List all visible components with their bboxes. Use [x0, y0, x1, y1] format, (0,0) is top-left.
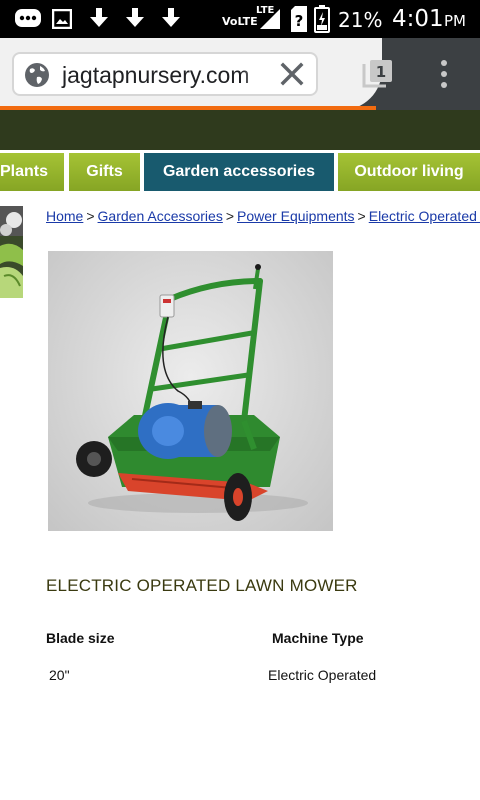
download-icon	[160, 7, 182, 34]
tab-switcher-icon[interactable]: 1	[362, 58, 392, 88]
breadcrumb-separator: >	[86, 208, 95, 224]
site-header-band	[0, 110, 480, 150]
svg-text:?: ?	[295, 12, 304, 30]
spec-value-machine-type: Electric Operated	[268, 667, 377, 683]
sidebar-thumbnail[interactable]	[0, 206, 23, 298]
tab-count: 1	[376, 63, 386, 81]
sim-unknown-icon: ?	[290, 6, 308, 37]
spec-header-machine-type: Machine Type	[272, 630, 364, 646]
url-bar[interactable]: jagtapnursery.com	[12, 52, 318, 96]
url-text[interactable]: jagtapnursery.com	[62, 62, 250, 89]
spec-header-blade-size: Blade size	[46, 630, 115, 646]
clock-time: 4:01	[392, 6, 444, 32]
menu-icon[interactable]	[436, 58, 452, 90]
volte-label: VoLTE	[222, 15, 258, 28]
battery-icon	[314, 5, 330, 38]
breadcrumb-separator: >	[225, 208, 235, 224]
nav-item-gifts[interactable]: Gifts	[69, 153, 140, 191]
url-tab-shape: jagtapnursery.com	[0, 38, 382, 110]
spec-value-blade-size: 20"	[49, 667, 70, 683]
breadcrumb-power-equipments[interactable]: Power Equipments	[237, 208, 355, 224]
screen: VoLTE LTE ? 21% 4:01 PM jagtapnursery.co…	[0, 0, 480, 800]
product-title: ELECTRIC OPERATED LAWN MOWER	[46, 576, 358, 595]
image-icon	[51, 8, 73, 34]
close-icon[interactable]	[278, 60, 306, 88]
nav-item-outdoor-living[interactable]: Outdoor living	[338, 153, 480, 191]
url-fade	[242, 54, 266, 94]
breadcrumb: Home > Garden Accessories > Power Equipments…	[46, 208, 480, 228]
messenger-icon	[14, 8, 42, 35]
globe-icon[interactable]	[24, 62, 50, 93]
nav-item-plants[interactable]: Plants	[0, 153, 64, 191]
breadcrumb-home[interactable]: Home	[46, 208, 83, 224]
browser-toolbar: jagtapnursery.com 1	[0, 38, 480, 110]
status-bar: VoLTE LTE ? 21% 4:01 PM	[0, 0, 480, 38]
nav-item-garden-accessories[interactable]: Garden accessories	[144, 153, 334, 191]
breadcrumb-separator: >	[357, 208, 366, 224]
site-nav: Plants Gifts Garden accessories Outdoor …	[0, 150, 480, 194]
clock-ampm: PM	[444, 12, 466, 30]
breadcrumb-garden-accessories[interactable]: Garden Accessories	[98, 208, 223, 224]
download-icon	[88, 7, 110, 34]
download-icon	[124, 7, 146, 34]
signal-icon	[258, 8, 282, 35]
product-image[interactable]	[48, 251, 333, 531]
battery-percent: 21%	[338, 8, 383, 32]
breadcrumb-current[interactable]: Electric Operated Lawn Mower	[369, 208, 480, 224]
